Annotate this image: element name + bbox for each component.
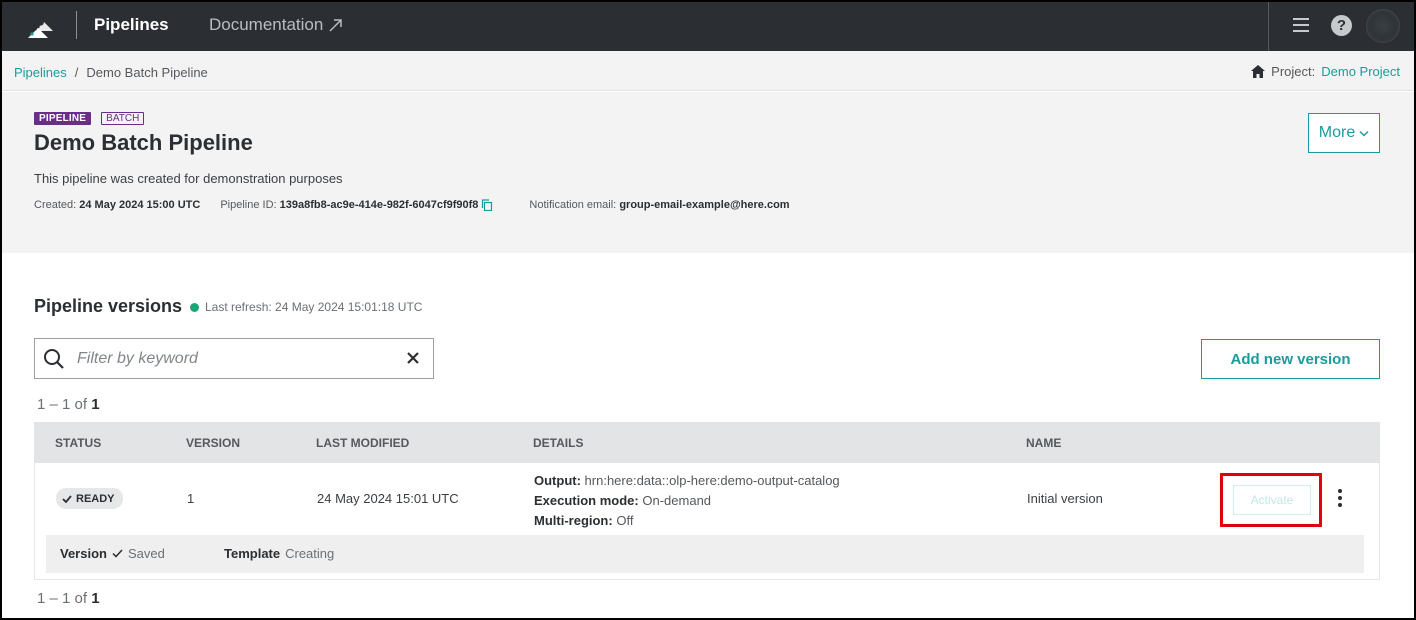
filter-keyword-input[interactable] (77, 347, 387, 371)
hamburger-menu-icon[interactable] (1292, 16, 1310, 34)
breadcrumb: Pipelines / Demo Batch Pipeline (14, 65, 208, 80)
count-prefix: 1 – 1 of (37, 396, 88, 413)
pipeline-meta: Created: 24 May 2024 15:00 UTC Pipeline … (34, 199, 790, 211)
breadcrumb-separator: / (74, 65, 79, 80)
nav-pipelines-link[interactable]: Pipelines (94, 15, 169, 35)
multi-region-value: Off (616, 513, 634, 528)
last-refresh-status: Last refresh: 24 May 2024 15:01:18 UTC (190, 300, 422, 314)
created-value: 24 May 2024 15:00 UTC (79, 199, 201, 211)
status-dot-icon (190, 302, 199, 312)
pagination-count-bottom: 1 – 1 of 1 (37, 590, 100, 607)
nav-divider (76, 11, 77, 39)
clear-icon[interactable] (406, 351, 420, 365)
status-badge-label: READY (76, 492, 115, 505)
table-row: READY 1 24 May 2024 15:01 UTC Output: hr… (34, 463, 1380, 580)
version-sub-status: Version Saved Template Creating (46, 535, 1364, 573)
count-total: 1 (91, 590, 100, 607)
checkmark-icon (112, 549, 123, 558)
notification-email-label: Notification email: (529, 199, 617, 211)
chevron-down-icon (1359, 130, 1369, 137)
page-title: Demo Batch Pipeline (34, 130, 253, 155)
pipeline-tags: PIPELINE BATCH (34, 112, 145, 125)
version-number: 1 (187, 491, 195, 506)
count-prefix: 1 – 1 of (37, 590, 88, 607)
execution-mode-value: On-demand (642, 493, 712, 508)
pipeline-id-label: Pipeline ID: (220, 199, 277, 211)
execution-mode-label: Execution mode: (534, 493, 639, 508)
more-button[interactable]: More (1308, 113, 1380, 153)
pipeline-description: This pipeline was created for demonstrat… (34, 171, 343, 186)
column-header-status[interactable]: STATUS (55, 436, 101, 450)
sub-status-version: Version Saved (60, 546, 165, 561)
pagination-count-top: 1 – 1 of 1 (37, 396, 100, 413)
activate-highlight-box: Activate (1220, 473, 1322, 527)
multi-region-label: Multi-region: (534, 513, 613, 528)
project-name-link[interactable]: Demo Project (1321, 64, 1400, 79)
versions-section-title: Pipeline versions (34, 296, 183, 316)
breadcrumb-current: Demo Batch Pipeline (86, 65, 208, 80)
output-value: hrn:here:data::olp-here:demo-output-cata… (584, 473, 840, 488)
help-icon[interactable]: ? (1331, 15, 1352, 36)
last-refresh-text: Last refresh: 24 May 2024 15:01:18 UTC (205, 300, 423, 314)
notification-email-value: group-email-example@here.com (619, 199, 790, 211)
search-icon (44, 349, 64, 369)
external-link-icon (329, 18, 343, 32)
copy-icon[interactable] (481, 199, 493, 211)
top-navigation-bar: here Pipelines Documentation ? (0, 0, 1416, 51)
last-modified-value: 24 May 2024 15:01 UTC (317, 491, 459, 506)
checkmark-icon (62, 494, 72, 503)
sub-version-value: Saved (127, 546, 165, 561)
project-indicator: Project: Demo Project (1251, 64, 1400, 79)
created-label: Created: (34, 199, 77, 211)
nav-right-divider (1268, 0, 1269, 51)
output-label: Output: (534, 473, 581, 488)
activate-button[interactable]: Activate (1233, 485, 1311, 515)
user-avatar[interactable] (1366, 9, 1400, 43)
breadcrumb-bar: Pipelines / Demo Batch Pipeline Project:… (0, 51, 1416, 91)
versions-table-header: STATUS VERSION LAST MODIFIED DETAILS NAM… (34, 422, 1380, 463)
batch-tag: BATCH (101, 112, 145, 125)
here-logo-icon[interactable]: here (26, 10, 60, 40)
sub-version-label: Version (60, 546, 107, 561)
pipeline-tag: PIPELINE (34, 112, 92, 125)
more-button-label: More (1318, 124, 1356, 141)
nav-documentation-label: Documentation (209, 15, 324, 34)
version-details: Output: hrn:here:data::olp-here:demo-out… (534, 471, 840, 531)
nav-documentation-link[interactable]: Documentation (209, 15, 343, 35)
version-name: Initial version (1027, 491, 1103, 506)
count-total: 1 (91, 396, 100, 413)
filter-search-box (34, 338, 434, 379)
pipeline-header: PIPELINE BATCH Demo Batch Pipeline This … (0, 92, 1416, 253)
column-header-version[interactable]: VERSION (186, 436, 240, 450)
pipeline-id-value: 139a8fb8-ac9e-414e-982f-6047cf9f90f8 (279, 199, 479, 211)
kebab-menu-icon[interactable] (1335, 488, 1345, 508)
sub-template-label: Template (224, 546, 281, 561)
home-icon (1251, 65, 1266, 78)
column-header-name[interactable]: NAME (1026, 436, 1061, 450)
sub-template-value: Creating (285, 546, 335, 561)
project-label: Project: (1271, 64, 1316, 79)
add-new-version-button[interactable]: Add new version (1201, 339, 1380, 379)
breadcrumb-pipelines-link[interactable]: Pipelines (14, 65, 67, 80)
column-header-details[interactable]: DETAILS (533, 436, 583, 450)
status-badge: READY (56, 488, 123, 509)
column-header-last-modified[interactable]: LAST MODIFIED (316, 436, 409, 450)
sub-status-template: Template Creating (224, 546, 334, 561)
